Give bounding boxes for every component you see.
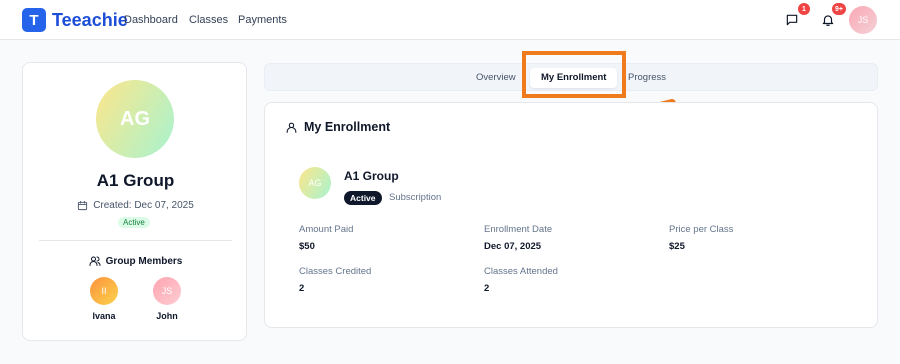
member-name: John: [156, 311, 178, 321]
field-enrollment-date: Enrollment Date Dec 07, 2025: [484, 224, 552, 252]
enrollment-title: My Enrollment: [304, 120, 391, 134]
field-label: Classes Attended: [484, 266, 558, 277]
nav-dashboard[interactable]: Dashboard: [124, 14, 178, 26]
top-navbar: T Teeachie Dashboard Classes Payments 1 …: [0, 0, 900, 40]
member-john[interactable]: JS John: [142, 277, 192, 321]
field-value: $50: [299, 241, 315, 252]
field-value: 2: [484, 283, 490, 294]
field-amount-paid: Amount Paid $50: [299, 224, 353, 252]
enrollment-type: Subscription: [389, 192, 442, 203]
member-avatar: JS: [153, 277, 181, 305]
tab-progress[interactable]: Progress: [628, 72, 666, 83]
user-avatar[interactable]: JS: [849, 6, 877, 34]
enrollment-group-name: A1 Group: [344, 169, 399, 183]
logo-icon[interactable]: T: [22, 8, 46, 32]
notifications-button[interactable]: 9+: [818, 3, 846, 30]
field-value: $25: [669, 241, 685, 252]
group-name: A1 Group: [96, 171, 175, 190]
field-value: Dec 07, 2025: [484, 241, 542, 252]
messages-button[interactable]: 1: [782, 3, 810, 30]
group-members-label: Group Members: [105, 255, 183, 267]
field-price-per-class: Price per Class $25: [669, 224, 733, 252]
brand-name[interactable]: Teeachie: [52, 10, 128, 31]
user-icon: [286, 122, 297, 133]
nav-payments[interactable]: Payments: [238, 14, 287, 26]
created-date-text: Created: Dec 07, 2025: [93, 200, 194, 211]
member-ivana[interactable]: II Ivana: [79, 277, 129, 321]
enrollment-group-avatar: AG: [299, 167, 331, 199]
field-label: Price per Class: [669, 224, 734, 235]
enrollment-status-badge: Active: [344, 191, 382, 205]
message-icon: [786, 14, 798, 26]
created-date: Created: Dec 07, 2025: [23, 200, 248, 211]
users-icon: [89, 256, 101, 266]
enrollment-card: My Enrollment AG A1 Group Active Subscri…: [264, 102, 878, 328]
member-name: Ivana: [92, 311, 116, 321]
tab-overview[interactable]: Overview: [476, 72, 516, 83]
calendar-icon: [78, 200, 88, 211]
enrollment-heading: My Enrollment: [285, 120, 390, 134]
field-label: Amount Paid: [299, 224, 354, 235]
member-avatar: II: [90, 277, 118, 305]
divider: [39, 240, 232, 241]
nav-classes[interactable]: Classes: [189, 14, 228, 26]
bell-icon: [822, 15, 834, 26]
field-value: 2: [299, 283, 305, 294]
group-avatar: AG: [96, 80, 174, 158]
notifications-badge: 9+: [832, 3, 846, 15]
field-label: Classes Credited: [299, 266, 372, 277]
group-card: AG A1 Group Created: Dec 07, 2025 Active…: [22, 62, 247, 341]
group-status-badge: Active: [118, 217, 150, 228]
field-classes-attended: Classes Attended 2: [484, 266, 558, 294]
field-label: Enrollment Date: [484, 224, 553, 235]
group-members-heading: Group Members: [23, 255, 248, 267]
field-classes-credited: Classes Credited 2: [299, 266, 371, 294]
highlight-annotation-box: [522, 51, 626, 98]
messages-badge: 1: [798, 3, 810, 15]
